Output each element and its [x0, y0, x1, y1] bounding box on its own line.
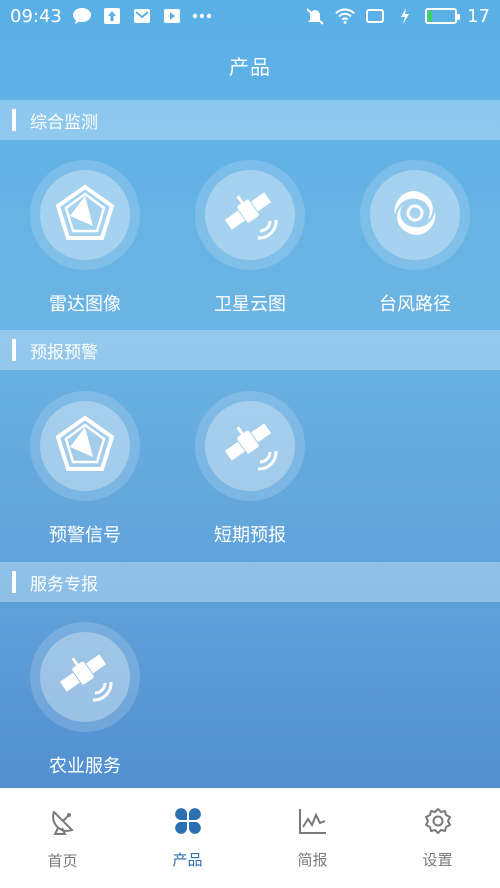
section-marker	[12, 571, 16, 593]
section-header-services: 服务专报	[0, 562, 500, 602]
status-bar: 09:43 17	[0, 0, 500, 32]
section-header-monitoring: 综合监测	[0, 100, 500, 140]
radar-icon	[55, 415, 115, 477]
tile-warning-signal[interactable]: 预警信号	[0, 391, 170, 551]
tab-home[interactable]: 首页	[0, 788, 125, 888]
radar-icon	[55, 184, 115, 246]
play-icon	[162, 7, 182, 25]
typhoon-icon	[385, 183, 445, 247]
tab-products[interactable]: 产品	[125, 788, 250, 888]
more-dots-icon	[192, 7, 212, 25]
mute-icon	[305, 7, 325, 25]
tab-label: 产品	[172, 850, 203, 869]
tile-satellite-cloud[interactable]: 卫星云图	[165, 160, 335, 320]
section-marker	[12, 339, 16, 361]
tab-settings[interactable]: 设置	[375, 788, 500, 888]
section-title: 综合监测	[30, 112, 98, 133]
tile-label: 预警信号	[49, 525, 121, 546]
satellite-icon	[220, 414, 280, 478]
tile-short-forecast[interactable]: 短期预报	[165, 391, 335, 551]
section-title: 服务专报	[30, 574, 98, 595]
upload-icon	[102, 7, 122, 25]
tile-radar-image[interactable]: 雷达图像	[0, 160, 170, 320]
chat-icon	[72, 7, 92, 25]
tile-label: 短期预报	[214, 525, 286, 546]
clock: 09:43	[10, 5, 62, 27]
charging-icon	[395, 7, 415, 25]
satellite-icon	[220, 183, 280, 247]
chart-line-icon	[298, 807, 328, 839]
tile-agriculture-service[interactable]: 农业服务	[0, 622, 170, 782]
tab-label: 设置	[422, 850, 453, 869]
screen-icon	[365, 7, 385, 25]
tile-typhoon-track[interactable]: 台风路径	[330, 160, 500, 320]
battery-percent: 17	[467, 5, 490, 27]
battery-icon	[425, 8, 461, 24]
section-title: 预报预警	[30, 342, 98, 363]
tab-briefing[interactable]: 简报	[250, 788, 375, 888]
gear-icon	[424, 807, 452, 839]
section-marker	[12, 109, 16, 131]
tab-label: 简报	[297, 850, 328, 869]
wifi-icon	[335, 7, 355, 25]
tile-label: 农业服务	[49, 756, 121, 777]
satellite-dish-icon	[48, 806, 78, 840]
clover-icon	[174, 807, 202, 839]
satellite-icon	[55, 645, 115, 709]
page-title: 产品	[229, 54, 271, 79]
page-title-bar: 产品	[0, 32, 500, 98]
tile-label: 雷达图像	[49, 294, 121, 315]
mail-icon	[132, 7, 152, 25]
tab-label: 首页	[47, 851, 78, 870]
tile-label: 台风路径	[379, 294, 451, 315]
tile-label: 卫星云图	[214, 294, 286, 315]
bottom-tab-bar: 首页 产品 简报 设置	[0, 788, 500, 888]
section-header-forecast: 预报预警	[0, 330, 500, 370]
